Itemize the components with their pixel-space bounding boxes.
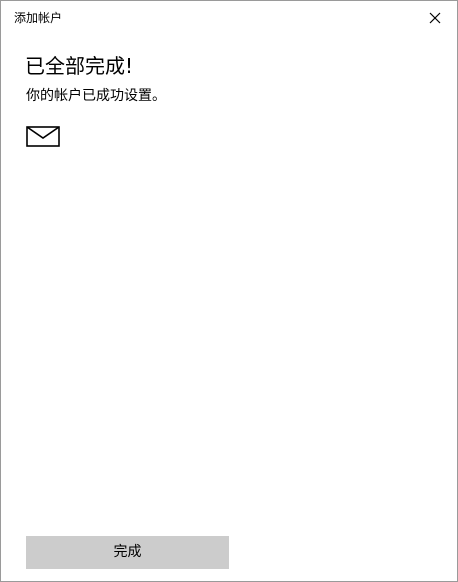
mail-icon: [26, 126, 60, 147]
close-button[interactable]: [423, 6, 447, 30]
success-message: 你的帐户已成功设置。: [26, 88, 166, 104]
window-title: 添加帐户: [14, 11, 63, 25]
close-icon: [429, 12, 441, 24]
title-bar: 添加帐户: [1, 1, 457, 35]
done-button[interactable]: 完成: [26, 536, 229, 569]
success-heading: 已全部完成!: [25, 54, 134, 78]
add-account-dialog: 添加帐户 已全部完成! 你的帐户已成功设置。 完成: [0, 0, 458, 582]
